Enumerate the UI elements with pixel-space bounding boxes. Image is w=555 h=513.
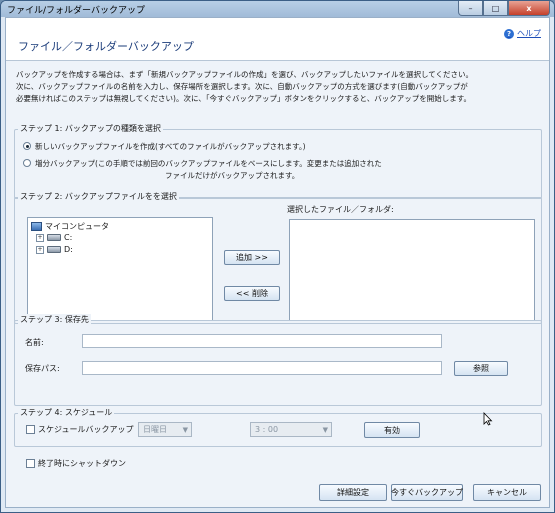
source-tree[interactable]: マイコンピュータ + C: + D: [27, 217, 213, 321]
chevron-down-icon: ▼ [182, 426, 188, 434]
radio-incremental-line-1: 増分バックアップ(この手順では前回のバックアップファイルをベースにします。変更ま… [35, 159, 382, 168]
schedule-backup-checkbox[interactable]: スケジュールバックアップ [26, 424, 133, 435]
advanced-settings-button[interactable]: 詳細設定 [319, 484, 387, 501]
time-select: 3 : 00 ▼ [250, 422, 332, 437]
backup-window: ファイル/フォルダーバックアップ – □ x ファイル／フォルダーバックアップ … [0, 0, 555, 513]
help-link[interactable]: ? ヘルプ [504, 28, 541, 39]
window-title: ファイル/フォルダーバックアップ [7, 6, 145, 16]
backup-now-button[interactable]: 今すぐバックアップ [391, 484, 463, 501]
mouse-cursor-icon [483, 412, 493, 426]
instructions-line-3: 必要無ければこのステップは無視してください)。次に、「今すぐバックアップ」ボタン… [16, 94, 471, 103]
path-label: 保存パス: [25, 364, 60, 373]
instructions-line-2: 次に、バックアップファイルの名前を入力し、保存場所を選択します。次に、自動バック… [16, 82, 468, 91]
radio-new-backup-label: 新しいバックアップファイルを作成(すべてのファイルがバックアップされます。) [35, 142, 306, 151]
expand-plus-icon[interactable]: + [36, 233, 44, 242]
radio-incremental-backup[interactable]: 増分バックアップ(この手順では前回のバックアップファイルをベースにします。変更ま… [23, 158, 382, 182]
tree-item-my-computer[interactable]: マイコンピュータ [31, 221, 109, 232]
computer-icon [31, 222, 42, 231]
help-label: ヘルプ [517, 29, 541, 38]
name-field[interactable] [82, 334, 442, 348]
drive-icon [47, 246, 61, 253]
radio-incremental-text: 増分バックアップ(この手順では前回のバックアップファイルをベースにします。変更ま… [35, 158, 382, 182]
instructions: バックアップを作成する場合は、まず「新規バックアップファイルの作成」を選び、バッ… [16, 69, 536, 105]
tree-item-drive-c[interactable]: + C: [36, 233, 72, 242]
drive-c-label: C: [64, 233, 73, 242]
help-icon: ? [504, 28, 514, 39]
browse-button[interactable]: 参照 [454, 361, 508, 376]
remove-button[interactable]: << 削除 [224, 286, 280, 301]
drive-icon [47, 234, 61, 241]
radio-new-backup-indicator[interactable] [23, 142, 31, 150]
schedule-checkbox-label: スケジュールバックアップ [38, 425, 134, 434]
path-field[interactable] [82, 361, 442, 375]
shutdown-checkbox-box[interactable] [26, 459, 35, 468]
minimize-button[interactable]: – [458, 1, 483, 16]
radio-new-backup[interactable]: 新しいバックアップファイルを作成(すべてのファイルがバックアップされます。) [23, 141, 306, 152]
close-button[interactable]: x [508, 1, 550, 16]
drive-d-label: D: [64, 245, 73, 254]
chevron-down-icon: ▼ [322, 426, 328, 434]
step3-label: ステップ 3: 保存先 [18, 314, 91, 325]
time-select-value: 3 : 00 [255, 425, 279, 434]
name-label: 名前: [25, 338, 44, 347]
cancel-button[interactable]: キャンセル [473, 484, 541, 501]
shutdown-checkbox[interactable]: 終了時にシャットダウン [26, 458, 126, 469]
header: ファイル／フォルダーバックアップ ? ヘルプ [6, 18, 549, 61]
page-title: ファイル／フォルダーバックアップ [18, 40, 194, 53]
step1-label: ステップ 1: バックアップの種類を選択 [18, 123, 163, 134]
dialog-body: ファイル／フォルダーバックアップ ? ヘルプ バックアップを作成する場合は、まず… [5, 17, 550, 508]
tree-item-drive-d[interactable]: + D: [36, 245, 73, 254]
radio-incremental-indicator[interactable] [23, 159, 31, 167]
schedule-checkbox-box[interactable] [26, 425, 35, 434]
radio-incremental-line-2: ファイルだけがバックアップされます。 [165, 171, 300, 180]
step4-label: ステップ 4: スケジュール [18, 407, 115, 418]
shutdown-checkbox-label: 終了時にシャットダウン [38, 459, 126, 468]
day-select-value: 日曜日 [143, 425, 167, 434]
expand-plus-icon[interactable]: + [36, 245, 44, 254]
selected-files-label: 選択したファイル／フォルダ: [287, 205, 394, 214]
tree-root-label: マイコンピュータ [45, 222, 109, 231]
instructions-line-1: バックアップを作成する場合は、まず「新規バックアップファイルの作成」を選び、バッ… [16, 70, 474, 79]
selected-files-list[interactable] [289, 219, 535, 321]
add-button[interactable]: 追加 >> [224, 250, 280, 265]
window-controls: – □ x [458, 1, 550, 16]
title-bar[interactable]: ファイル/フォルダーバックアップ – □ x [1, 1, 554, 17]
enable-button[interactable]: 有効 [364, 422, 420, 438]
day-select: 日曜日 ▼ [138, 422, 192, 437]
step2-label: ステップ 2: バックアップファイルをを選択 [18, 191, 179, 202]
maximize-button[interactable]: □ [483, 1, 508, 16]
